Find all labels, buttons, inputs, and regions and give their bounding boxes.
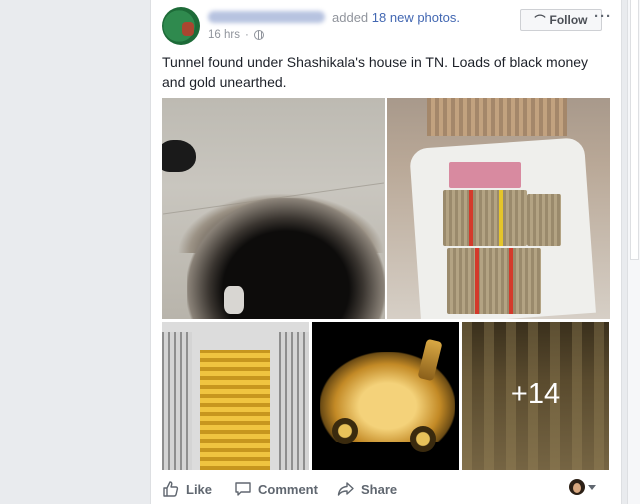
meta-separator: · bbox=[244, 29, 249, 41]
headline-added-text: added bbox=[332, 10, 369, 25]
right-column-panel bbox=[630, 0, 639, 260]
poster-name-blurred[interactable] bbox=[208, 11, 325, 23]
follow-label: Follow bbox=[549, 13, 588, 27]
more-options-button[interactable]: ··· bbox=[594, 8, 612, 25]
post-headline: added 18 new photos. bbox=[332, 10, 460, 25]
new-photos-link[interactable]: 18 new photos. bbox=[372, 10, 460, 25]
photo-tunnel-hole[interactable] bbox=[162, 98, 385, 319]
avatar[interactable] bbox=[162, 7, 200, 45]
like-icon bbox=[163, 481, 179, 497]
profile-avatar-small bbox=[569, 479, 585, 495]
globe-icon bbox=[253, 30, 264, 40]
photo-cash-bag[interactable] bbox=[387, 98, 610, 319]
photo-gold-car[interactable] bbox=[312, 322, 459, 470]
feed-post: added 18 new photos. 16 hrs · ⌒ Follow ·… bbox=[150, 0, 622, 504]
post-actions-bar: Like Comment Share bbox=[151, 474, 623, 504]
comment-icon bbox=[235, 482, 251, 496]
photo-gold-jewellery-more[interactable]: +14 bbox=[462, 322, 609, 470]
photo-gold-bars[interactable] bbox=[162, 322, 309, 470]
chevron-down-icon bbox=[588, 484, 596, 490]
comment-button[interactable]: Comment bbox=[234, 480, 318, 498]
share-icon bbox=[337, 482, 354, 496]
like-label: Like bbox=[186, 481, 213, 497]
comment-label: Comment bbox=[258, 481, 318, 497]
right-column-strip bbox=[627, 0, 640, 504]
reaction-selector[interactable] bbox=[569, 479, 596, 495]
share-button[interactable]: Share bbox=[337, 480, 397, 498]
post-text: Tunnel found under Shashikala's house in… bbox=[162, 54, 589, 90]
like-button[interactable]: Like bbox=[162, 480, 212, 498]
more-photos-count[interactable]: +14 bbox=[462, 378, 609, 411]
post-time[interactable]: 16 hrs bbox=[208, 29, 240, 41]
share-label: Share bbox=[361, 481, 398, 497]
post-meta: 16 hrs · bbox=[208, 29, 264, 41]
rss-icon: ⌒ bbox=[534, 15, 546, 27]
follow-button[interactable]: ⌒ Follow bbox=[520, 9, 602, 31]
